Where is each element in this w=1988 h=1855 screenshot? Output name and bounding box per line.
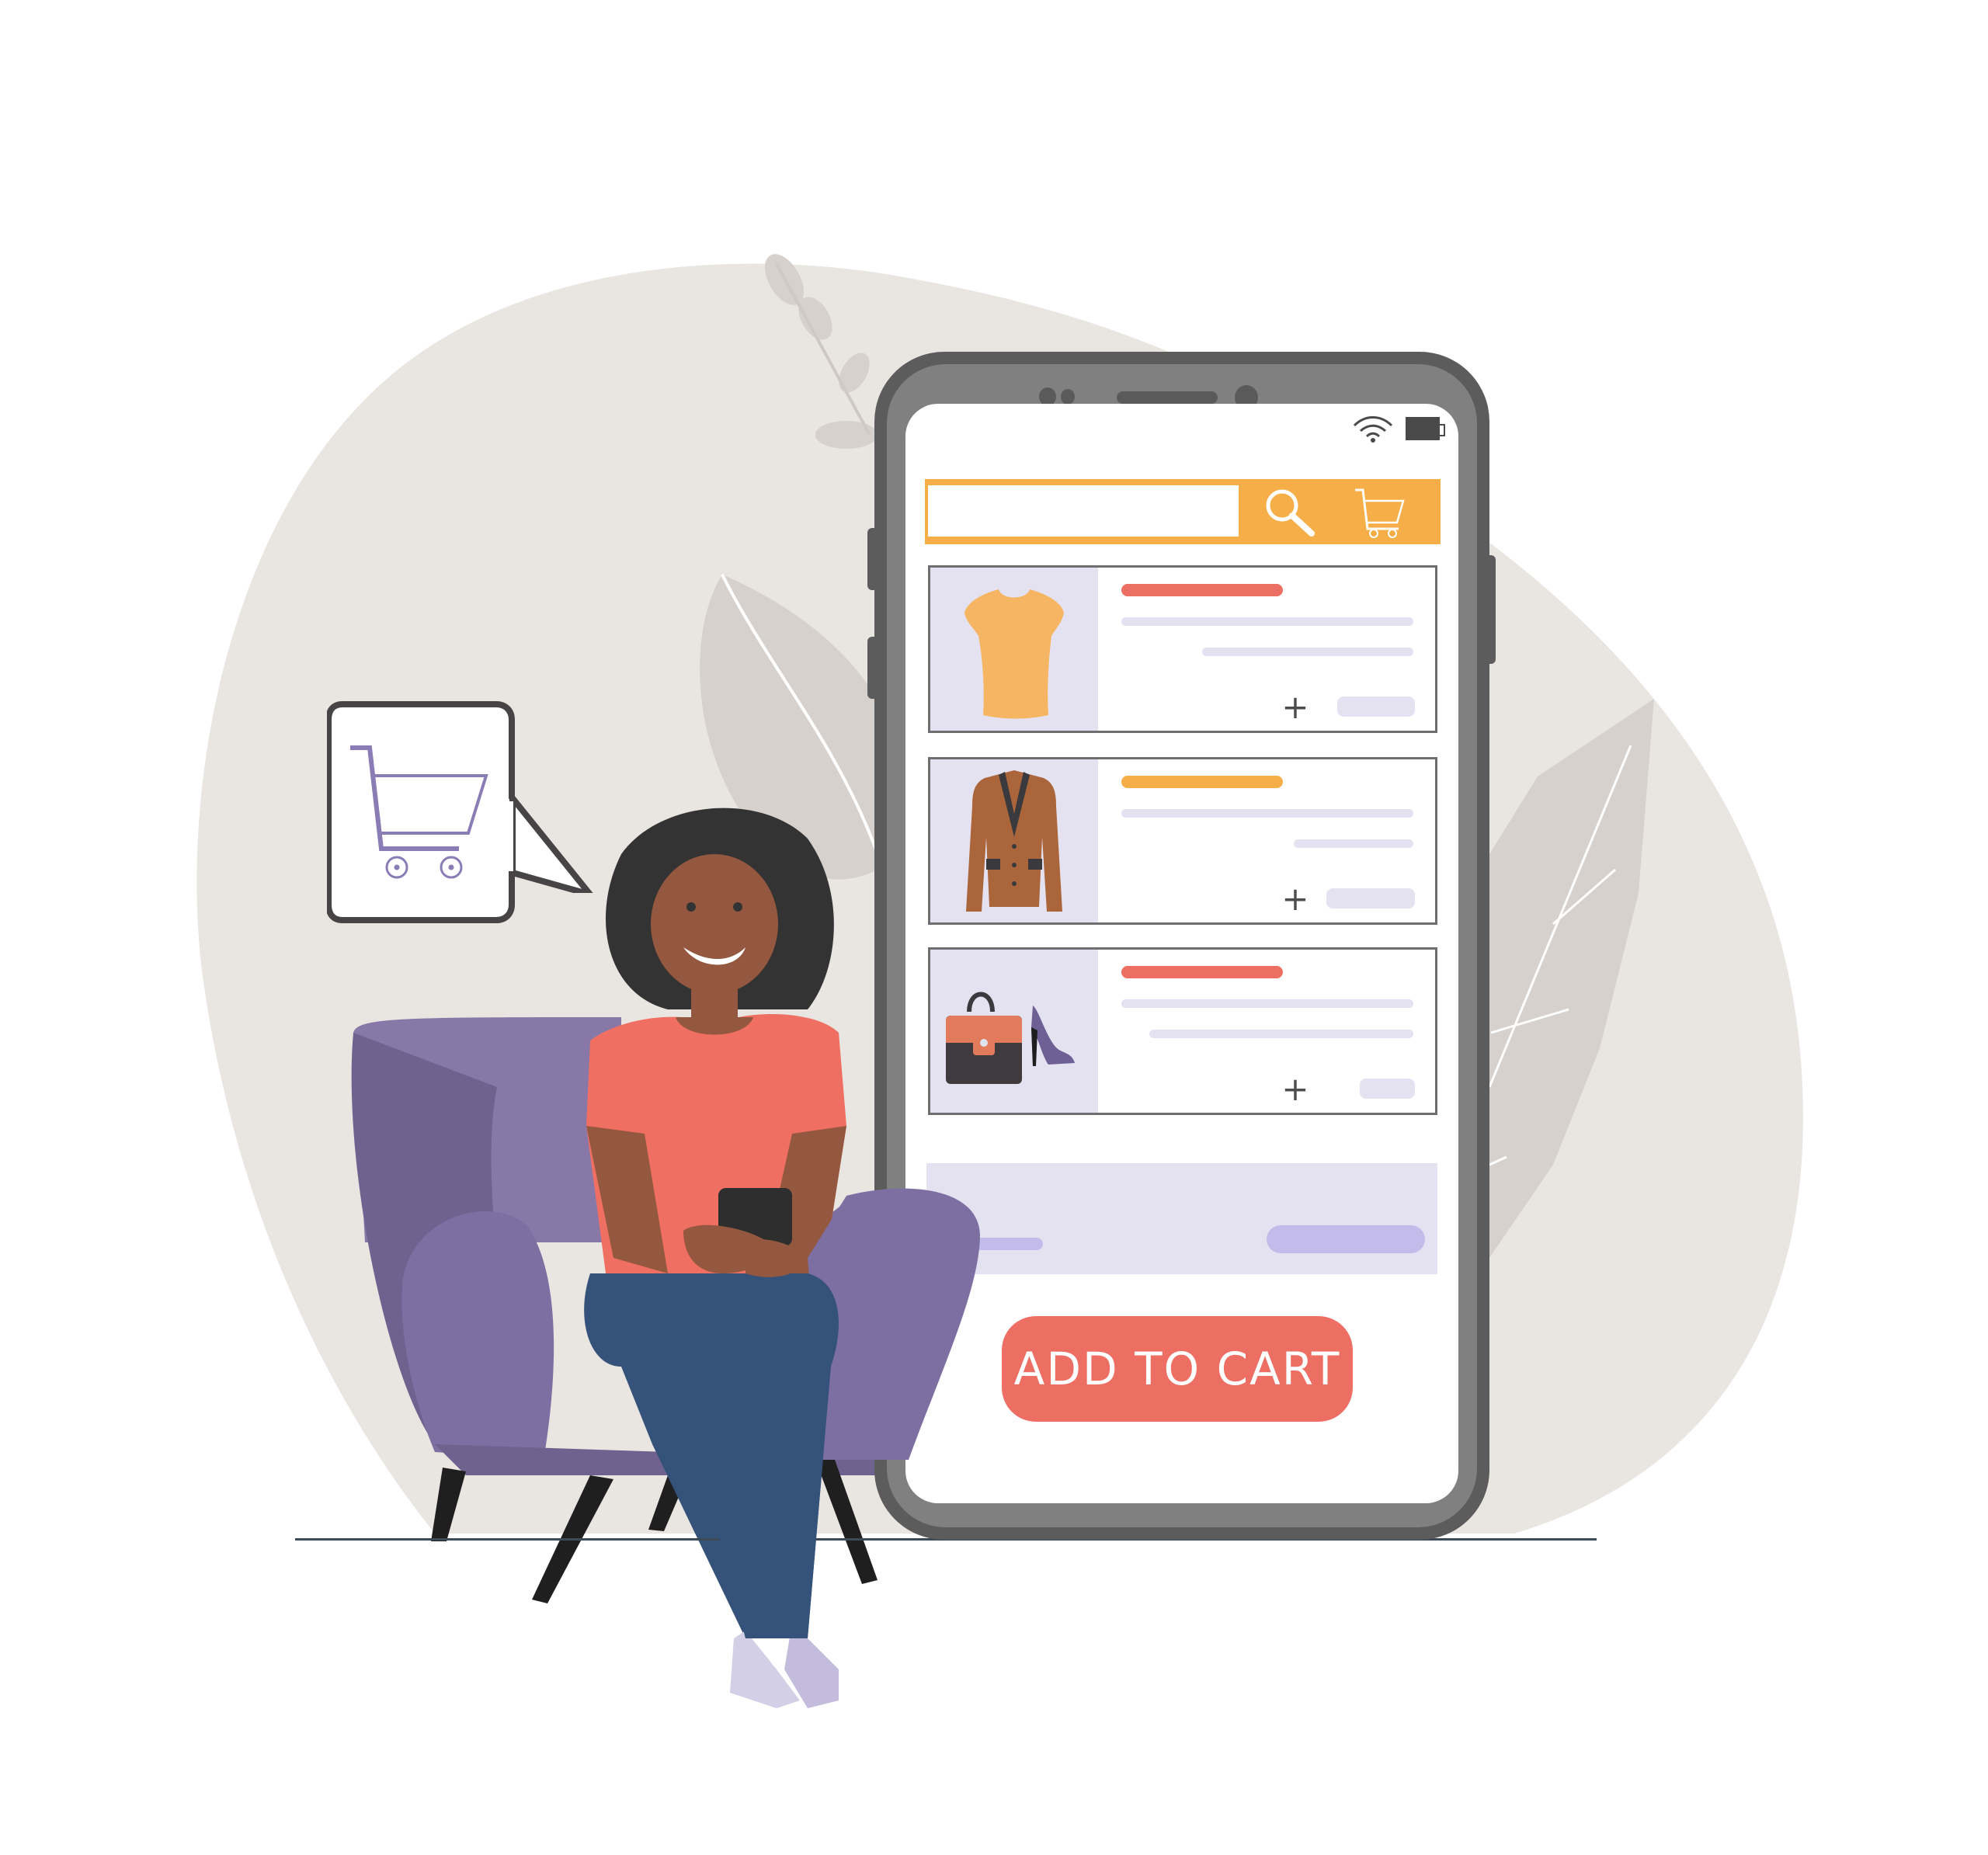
speech-bubble — [327, 701, 517, 923]
add-item-button[interactable]: + — [1280, 691, 1311, 724]
product-title-placeholder — [1121, 584, 1283, 596]
product-thumbnail — [930, 759, 1098, 922]
woman-figure — [584, 808, 846, 1708]
product-card[interactable]: + — [928, 947, 1437, 1115]
volume-up-button — [867, 528, 878, 590]
speech-bubble-tail — [509, 792, 593, 893]
jacket-icon — [966, 770, 1062, 912]
price-placeholder — [1337, 696, 1415, 717]
product-title-placeholder — [1121, 966, 1283, 978]
product-desc-placeholder — [1121, 809, 1413, 818]
product-desc-placeholder — [1202, 648, 1413, 656]
high-heel-icon — [1031, 1006, 1075, 1066]
product-thumbnail — [930, 950, 1098, 1113]
product-desc-placeholder — [1294, 839, 1413, 848]
price-placeholder — [1326, 888, 1415, 908]
checkout-placeholder-button[interactable] — [1267, 1225, 1425, 1253]
add-to-cart-button[interactable]: ADD TO CART — [1002, 1316, 1353, 1422]
product-thumbnail — [930, 568, 1098, 731]
wifi-icon — [1353, 416, 1393, 443]
cart-summary-panel — [926, 1163, 1437, 1274]
front-sensor — [1061, 389, 1075, 405]
search-button[interactable] — [1260, 485, 1322, 540]
battery-icon — [1406, 417, 1445, 440]
handbag-icon — [946, 992, 1075, 1084]
product-card[interactable]: + — [928, 565, 1437, 733]
search-bar — [925, 479, 1441, 544]
cart-button[interactable] — [1350, 484, 1409, 540]
product-desc-placeholder — [1121, 999, 1413, 1008]
status-bar — [1351, 415, 1445, 443]
search-input[interactable] — [928, 485, 1239, 537]
product-desc-placeholder — [1121, 617, 1413, 626]
total-placeholder — [958, 1238, 1043, 1250]
magnifier-icon — [1266, 489, 1315, 537]
add-item-button[interactable]: + — [1280, 1073, 1311, 1106]
price-placeholder — [1360, 1079, 1415, 1099]
illustration-scene: + + + ADD TO CART — [0, 0, 1988, 1855]
product-desc-placeholder — [1149, 1030, 1413, 1038]
shopping-cart-icon — [1355, 488, 1405, 538]
volume-down-button — [867, 637, 878, 699]
product-card[interactable]: + — [928, 757, 1437, 925]
t-shirt-icon — [964, 589, 1064, 719]
earpiece-speaker — [1117, 391, 1218, 404]
product-title-placeholder — [1121, 776, 1283, 788]
add-item-button[interactable]: + — [1280, 883, 1311, 915]
phone-screen: + + + ADD TO CART — [905, 404, 1458, 1503]
power-button — [1485, 555, 1496, 664]
